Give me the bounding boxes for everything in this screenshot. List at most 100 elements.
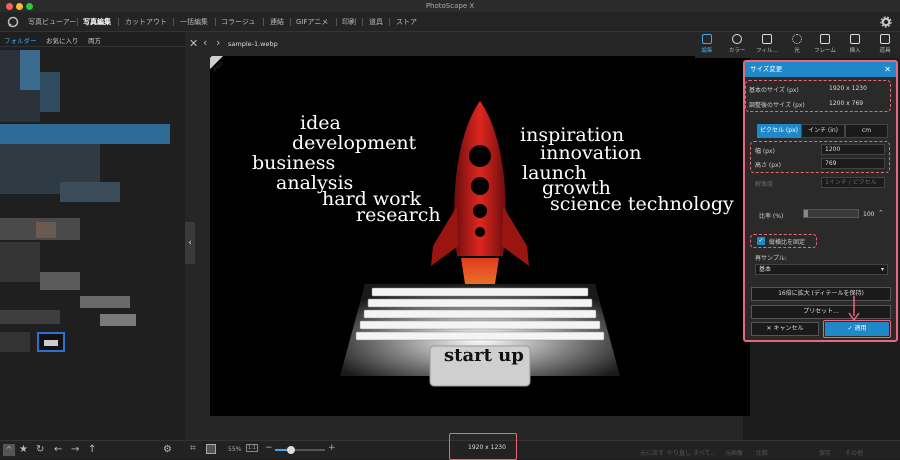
apply-button[interactable]: ✓ 適用 bbox=[825, 322, 889, 336]
image-size-readout: 1920 x 1230 bbox=[468, 444, 506, 451]
stepper-icon[interactable]: ⌃ bbox=[878, 209, 884, 217]
redo-button[interactable]: やり直し bbox=[667, 448, 691, 457]
tool-filter[interactable]: フィル... bbox=[755, 34, 779, 54]
menu-tools[interactable]: 道具 bbox=[369, 17, 383, 27]
original-size-value: 1920 x 1230 bbox=[829, 85, 867, 92]
tab-both[interactable]: 両方 bbox=[88, 35, 101, 45]
menu-photo-editor[interactable]: 写真編集 bbox=[83, 17, 111, 27]
undo-button[interactable]: 元に戻す bbox=[640, 448, 664, 457]
zoom-in-button[interactable]: + bbox=[328, 443, 336, 453]
resample-label: 再サンプル: bbox=[755, 255, 787, 262]
menu-collage[interactable]: コラージュ bbox=[221, 17, 255, 27]
title-bar: PhotoScape X bbox=[0, 0, 900, 12]
new-size-value: 1200 x 769 bbox=[829, 100, 864, 107]
crop-icon[interactable]: ⌗ bbox=[190, 443, 196, 454]
zoom-slider[interactable] bbox=[275, 446, 325, 454]
up-arrow-icon[interactable]: ↑ bbox=[88, 444, 96, 455]
app-logo-icon[interactable] bbox=[7, 16, 19, 28]
tab-favorites[interactable]: お気に入り bbox=[46, 35, 79, 45]
width-input[interactable]: 1200 bbox=[821, 144, 885, 155]
star-icon[interactable]: ★ bbox=[19, 444, 28, 455]
blurred-area bbox=[0, 310, 60, 324]
menu-separator bbox=[290, 18, 291, 26]
original-button[interactable]: 元画像 bbox=[725, 448, 743, 457]
close-icon[interactable]: ✕ bbox=[884, 62, 891, 77]
lock-aspect-label: 縦横比を固定 bbox=[769, 239, 806, 246]
gear-icon[interactable]: ⚙ bbox=[163, 444, 172, 455]
blurred-area bbox=[40, 72, 60, 112]
upscale-button[interactable]: 16倍に拡大 (ディテールを保持) bbox=[751, 287, 891, 301]
menu-separator bbox=[362, 18, 363, 26]
menu-combine[interactable]: 連結 bbox=[270, 17, 284, 27]
compare-icon[interactable] bbox=[206, 444, 216, 454]
menu-cutout[interactable]: カットアウト bbox=[125, 17, 167, 27]
preset-button[interactable]: プリセット... bbox=[751, 305, 891, 319]
bottom-toolbar: ⌗ 55% 1:1 − + 1920 x 1230 元に戻す やり直し すべて.… bbox=[185, 433, 900, 460]
collapse-up-icon[interactable]: ^ bbox=[3, 444, 15, 456]
sun-icon bbox=[792, 34, 802, 44]
dialog-header: サイズ変更 ✕ bbox=[745, 62, 896, 77]
slider-handle[interactable] bbox=[804, 210, 808, 217]
tool-light[interactable]: 光 bbox=[785, 34, 809, 54]
selected-folder-blurred[interactable] bbox=[0, 124, 170, 144]
cancel-button[interactable]: ✕ キャンセル bbox=[751, 322, 819, 336]
zoom-handle[interactable] bbox=[287, 446, 295, 454]
one-to-one-button[interactable]: 1:1 bbox=[246, 444, 259, 452]
word-business: business bbox=[252, 152, 336, 174]
arrow-annotation bbox=[848, 296, 860, 322]
close-window-button[interactable] bbox=[6, 3, 13, 10]
menu-batch[interactable]: 一括編集 bbox=[180, 17, 208, 27]
minimize-window-button[interactable] bbox=[16, 3, 23, 10]
height-input[interactable]: 769 bbox=[821, 158, 885, 169]
resample-select[interactable]: 基本 ▾ bbox=[755, 264, 888, 275]
tab-folder[interactable]: フォルダー bbox=[4, 35, 37, 45]
menu-separator bbox=[263, 18, 264, 26]
selected-thumbnail[interactable] bbox=[37, 332, 65, 352]
more-button[interactable]: その他 bbox=[845, 448, 863, 457]
unit-cm-button[interactable]: cm bbox=[845, 124, 888, 138]
pencil-icon bbox=[702, 34, 712, 44]
prev-icon[interactable]: ‹ bbox=[203, 36, 207, 49]
zoom-level: 55% bbox=[228, 446, 242, 453]
menu-store[interactable]: ストア bbox=[396, 17, 417, 27]
refresh-icon[interactable]: ↻ bbox=[36, 444, 44, 455]
menu-separator bbox=[118, 18, 119, 26]
edit-tool-tabs: 編集 カラー フィル... 光 フレーム 挿入 道具 bbox=[695, 32, 900, 58]
color-circle-icon bbox=[732, 34, 742, 44]
unit-pixel-button[interactable]: ピクセル (px) bbox=[757, 124, 801, 138]
next-icon[interactable]: › bbox=[216, 36, 220, 49]
settings-gear-icon[interactable] bbox=[880, 16, 892, 28]
blurred-area bbox=[36, 222, 56, 238]
lock-aspect-checkbox[interactable]: ✓ bbox=[757, 237, 765, 245]
start-up-key: start up bbox=[444, 345, 524, 366]
tool-tools[interactable]: 道具 bbox=[873, 34, 897, 54]
menu-separator bbox=[389, 18, 390, 26]
ratio-label: 比率 (%) bbox=[759, 213, 784, 220]
divider bbox=[0, 46, 185, 47]
forward-arrow-icon[interactable]: → bbox=[71, 444, 79, 455]
compare-button[interactable]: 比較 bbox=[756, 448, 768, 457]
left-panel: フォルダー お気に入り 両方 bbox=[0, 32, 185, 440]
tool-edit[interactable]: 編集 bbox=[695, 34, 719, 54]
unit-inch-button[interactable]: インチ (in) bbox=[801, 124, 845, 138]
edited-image[interactable]: PRO idea development business analysis h… bbox=[210, 56, 750, 416]
zoom-out-button[interactable]: − bbox=[265, 443, 273, 453]
back-arrow-icon[interactable]: ← bbox=[54, 444, 62, 455]
menu-print[interactable]: 印刷 bbox=[342, 17, 356, 27]
tool-color[interactable]: カラー bbox=[725, 34, 749, 54]
chevron-down-icon: ▾ bbox=[880, 266, 884, 273]
ratio-slider[interactable] bbox=[803, 209, 859, 218]
undo-all-button[interactable]: すべて... bbox=[693, 448, 716, 457]
close-icon[interactable]: ✕ bbox=[189, 37, 198, 50]
dialog-title: サイズ変更 bbox=[750, 65, 783, 73]
tool-insert[interactable]: 挿入 bbox=[843, 34, 867, 54]
save-button[interactable]: 保存 bbox=[819, 448, 831, 457]
menu-viewer[interactable]: 写真ビューアー bbox=[28, 17, 76, 27]
zoom-window-button[interactable] bbox=[26, 3, 33, 10]
collapse-left-panel-button[interactable]: ‹ bbox=[185, 222, 195, 264]
menu-gif[interactable]: GIFアニメ bbox=[296, 17, 328, 27]
tool-frame[interactable]: フレーム bbox=[813, 34, 837, 54]
height-label: 高さ (px) bbox=[755, 162, 781, 169]
blurred-area bbox=[60, 182, 120, 202]
thumbnail-content bbox=[44, 340, 58, 346]
